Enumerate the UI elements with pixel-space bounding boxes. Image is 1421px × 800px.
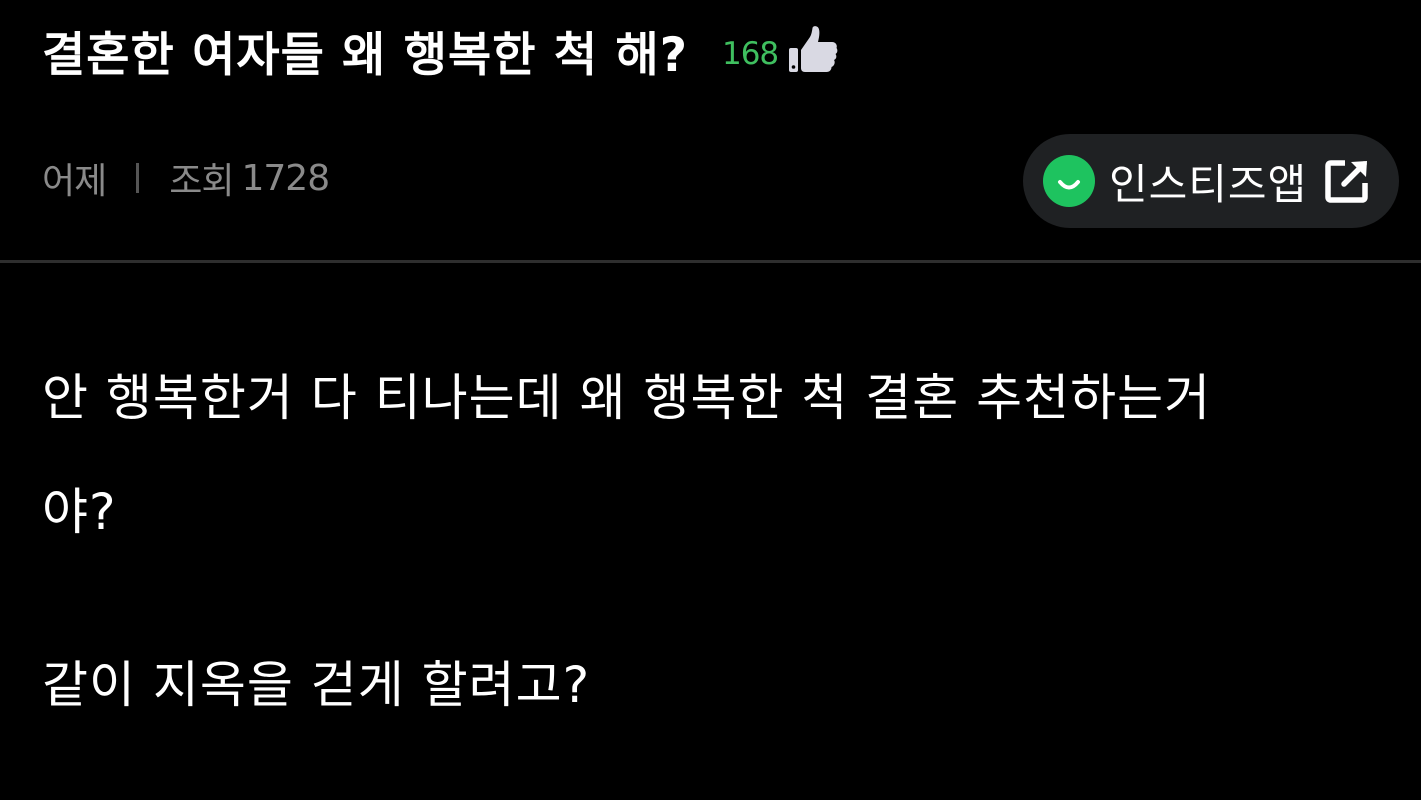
post-header: 결혼한 여자들 왜 행복한 척 해? 168 [42,14,840,86]
smile-logo-icon [1043,155,1095,207]
body-line: 같이 지옥을 걷게 할려고? [42,656,591,714]
body-line: 안 행복한거 다 티나는데 왜 행복한 척 결혼 추천하는거 [42,369,1212,427]
body-paragraph: 같이 지옥을 걷게 할려고? [42,628,1382,742]
view-count: 1728 [241,157,331,199]
post-body: 안 행복한거 다 티나는데 왜 행복한 척 결혼 추천하는거 야? 같이 지옥을… [42,341,1382,742]
like-count: 168 [721,36,779,72]
body-paragraph: 안 행복한거 다 티나는데 왜 행복한 척 결혼 추천하는거 야? [42,341,1382,569]
open-app-button[interactable]: 인스티즈앱 [1023,134,1399,228]
post-meta: 어제 조회 1728 [42,152,331,204]
external-link-icon [1323,157,1371,205]
meta-separator [136,163,140,193]
body-line: 야? [42,483,117,541]
thumbs-up-icon[interactable] [786,23,840,77]
view-label: 조회 [169,161,234,202]
app-button-label: 인스티즈앱 [1109,159,1308,209]
post-title: 결혼한 여자들 왜 행복한 척 해? [42,27,688,83]
header-divider [0,260,1421,263]
post-time: 어제 [42,161,107,202]
